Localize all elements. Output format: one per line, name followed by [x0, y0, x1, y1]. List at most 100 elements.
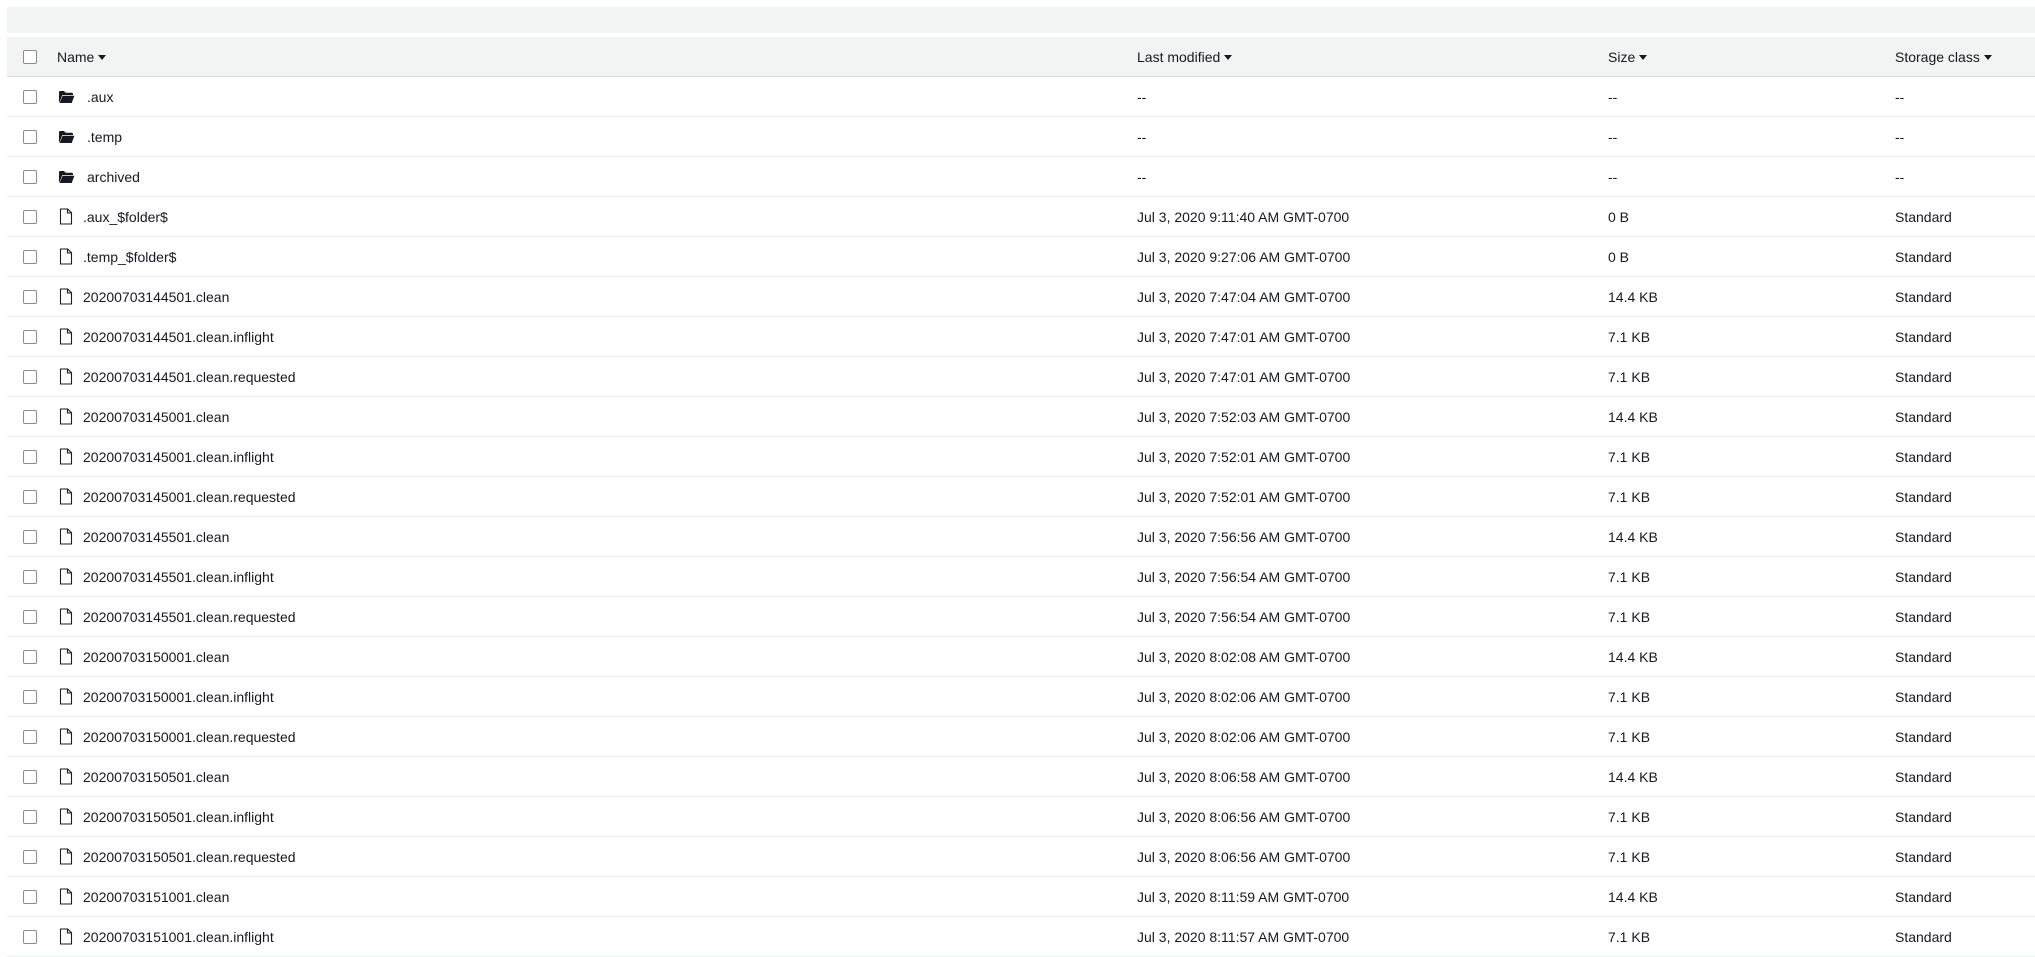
row-checkbox[interactable] [23, 289, 37, 304]
table-row[interactable]: 20200703151001.clean.inflight Jul 3, 2020… [7, 917, 2035, 957]
object-name-link[interactable]: 20200703145501.clean [83, 529, 229, 545]
table-row[interactable]: 20200703150501.clean Jul 3, 2020 8:06:58 … [7, 757, 2035, 797]
row-checkbox[interactable] [23, 169, 37, 184]
column-header-size[interactable]: Size [1608, 37, 1648, 76]
table-row[interactable]: 20200703144501.clean.requested Jul 3, 202… [7, 357, 2035, 397]
row-checkbox[interactable] [23, 369, 37, 384]
size-value: 7.1 KB [1608, 368, 1651, 385]
name-cell: 20200703151001.clean.inflight [57, 917, 274, 956]
table-row[interactable]: 20200703145001.clean Jul 3, 2020 7:52:03 … [7, 397, 2035, 437]
file-icon [57, 328, 75, 346]
storage-class-cell: Standard [1895, 557, 1952, 596]
last-modified-value: Jul 3, 2020 7:52:01 AM GMT-0700 [1137, 488, 1351, 505]
column-header-last-modified[interactable]: Last modified [1137, 37, 1233, 76]
table-row[interactable]: 20200703144501.clean.inflight Jul 3, 2020… [7, 317, 2035, 357]
object-name-link[interactable]: .aux [87, 89, 113, 105]
file-icon [57, 568, 75, 586]
last-modified-value: Jul 3, 2020 7:52:03 AM GMT-0700 [1137, 408, 1351, 425]
row-checkbox[interactable] [23, 849, 37, 864]
last-modified-cell: Jul 3, 2020 7:47:01 AM GMT-0700 [1137, 317, 1350, 356]
object-name-link[interactable]: 20200703150501.clean.requested [83, 849, 296, 865]
row-checkbox[interactable] [23, 769, 37, 784]
row-checkbox[interactable] [23, 529, 37, 544]
object-name-link[interactable]: 20200703150501.clean.inflight [83, 809, 274, 825]
column-header-storage-class-label: Storage class [1895, 48, 1980, 65]
row-checkbox[interactable] [23, 689, 37, 704]
size-cell: 7.1 KB [1608, 597, 1650, 636]
storage-class-cell: Standard [1895, 797, 1952, 836]
object-name-link[interactable]: 20200703145001.clean.inflight [83, 449, 274, 465]
table-row[interactable]: 20200703145501.clean.requested Jul 3, 202… [7, 597, 2035, 637]
table-row[interactable]: 20200703150001.clean.requested Jul 3, 202… [7, 717, 2035, 757]
table-row[interactable]: 20200703150501.clean.inflight Jul 3, 2020… [7, 797, 2035, 837]
row-checkbox[interactable] [23, 729, 37, 744]
storage-class-cell: -- [1895, 117, 1904, 156]
table-row[interactable]: .temp_$folder$ Jul 3, 2020 9:27:06 AM GMT… [7, 237, 2035, 277]
table-row[interactable]: .aux -- -- -- [7, 77, 2035, 117]
last-modified-cell: Jul 3, 2020 7:52:01 AM GMT-0700 [1137, 477, 1350, 516]
last-modified-value: Jul 3, 2020 7:47:01 AM GMT-0700 [1137, 328, 1351, 345]
column-header-storage-class[interactable]: Storage class [1895, 37, 1992, 76]
last-modified-cell: Jul 3, 2020 8:02:08 AM GMT-0700 [1137, 637, 1350, 676]
object-name-link[interactable]: 20200703145001.clean.requested [83, 489, 296, 505]
table-row[interactable]: 20200703144501.clean Jul 3, 2020 7:47:04 … [7, 277, 2035, 317]
object-name-link[interactable]: 20200703151001.clean.inflight [83, 929, 274, 945]
object-name-link[interactable]: 20200703144501.clean.requested [83, 369, 296, 385]
row-checkbox[interactable] [23, 449, 37, 464]
name-cell: 20200703150501.clean.inflight [57, 797, 274, 836]
table-row[interactable]: 20200703150501.clean.requested Jul 3, 202… [7, 837, 2035, 877]
object-name-link[interactable]: 20200703145501.clean.inflight [83, 569, 274, 585]
object-name-link[interactable]: 20200703144501.clean.inflight [83, 329, 274, 345]
size-cell: 7.1 KB [1608, 357, 1650, 396]
object-name-link[interactable]: 20200703150001.clean.requested [83, 729, 296, 745]
row-checkbox[interactable] [23, 89, 37, 104]
caret-down-icon [98, 54, 107, 60]
row-checkbox[interactable] [23, 569, 37, 584]
file-icon [57, 728, 75, 746]
table-row[interactable]: 20200703145501.clean Jul 3, 2020 7:56:56 … [7, 517, 2035, 557]
row-checkbox[interactable] [23, 209, 37, 224]
row-checkbox[interactable] [23, 489, 37, 504]
caret-down-icon [1639, 54, 1648, 60]
file-icon [57, 848, 75, 866]
size-value: 7.1 KB [1608, 568, 1651, 585]
object-name-link[interactable]: 20200703150001.clean [83, 649, 229, 665]
object-name-link[interactable]: archived [87, 169, 140, 185]
object-name-link[interactable]: .aux_$folder$ [83, 209, 168, 225]
table-row[interactable]: 20200703145001.clean.inflight Jul 3, 2020… [7, 437, 2035, 477]
table-row[interactable]: archived -- -- -- [7, 157, 2035, 197]
row-select-cell [23, 517, 41, 556]
object-name-link[interactable]: 20200703145001.clean [83, 409, 229, 425]
select-all-checkbox[interactable] [23, 49, 37, 64]
row-checkbox[interactable] [23, 409, 37, 424]
table-row[interactable]: 20200703151001.clean Jul 3, 2020 8:11:59 … [7, 877, 2035, 917]
row-checkbox[interactable] [23, 249, 37, 264]
last-modified-cell: Jul 3, 2020 7:47:04 AM GMT-0700 [1137, 277, 1350, 316]
table-row[interactable]: .aux_$folder$ Jul 3, 2020 9:11:40 AM GMT-… [7, 197, 2035, 237]
column-header-name[interactable]: Name [57, 37, 107, 76]
table-row[interactable]: 20200703145001.clean.requested Jul 3, 202… [7, 477, 2035, 517]
object-name-link[interactable]: 20200703150501.clean [83, 769, 229, 785]
row-checkbox[interactable] [23, 809, 37, 824]
row-select-cell [23, 717, 41, 756]
table-row[interactable]: 20200703145501.clean.inflight Jul 3, 2020… [7, 557, 2035, 597]
object-name-link[interactable]: 20200703144501.clean [83, 289, 229, 305]
object-name-link[interactable]: 20200703150001.clean.inflight [83, 689, 274, 705]
size-cell: 7.1 KB [1608, 477, 1650, 516]
size-cell: -- [1608, 77, 1617, 116]
row-checkbox[interactable] [23, 889, 37, 904]
table-row[interactable]: .temp -- -- -- [7, 117, 2035, 157]
table-row[interactable]: 20200703150001.clean Jul 3, 2020 8:02:08 … [7, 637, 2035, 677]
storage-class-cell: Standard [1895, 837, 1952, 876]
table-row[interactable]: 20200703150001.clean.inflight Jul 3, 2020… [7, 677, 2035, 717]
object-name-link[interactable]: 20200703145501.clean.requested [83, 609, 296, 625]
row-checkbox[interactable] [23, 329, 37, 344]
object-name-link[interactable]: .temp_$folder$ [83, 249, 176, 265]
object-name-link[interactable]: .temp [87, 129, 122, 145]
row-checkbox[interactable] [23, 929, 37, 944]
row-checkbox[interactable] [23, 129, 37, 144]
row-checkbox[interactable] [23, 609, 37, 624]
object-name-link[interactable]: 20200703151001.clean [83, 889, 229, 905]
row-checkbox[interactable] [23, 649, 37, 664]
row-select-cell [23, 557, 41, 596]
